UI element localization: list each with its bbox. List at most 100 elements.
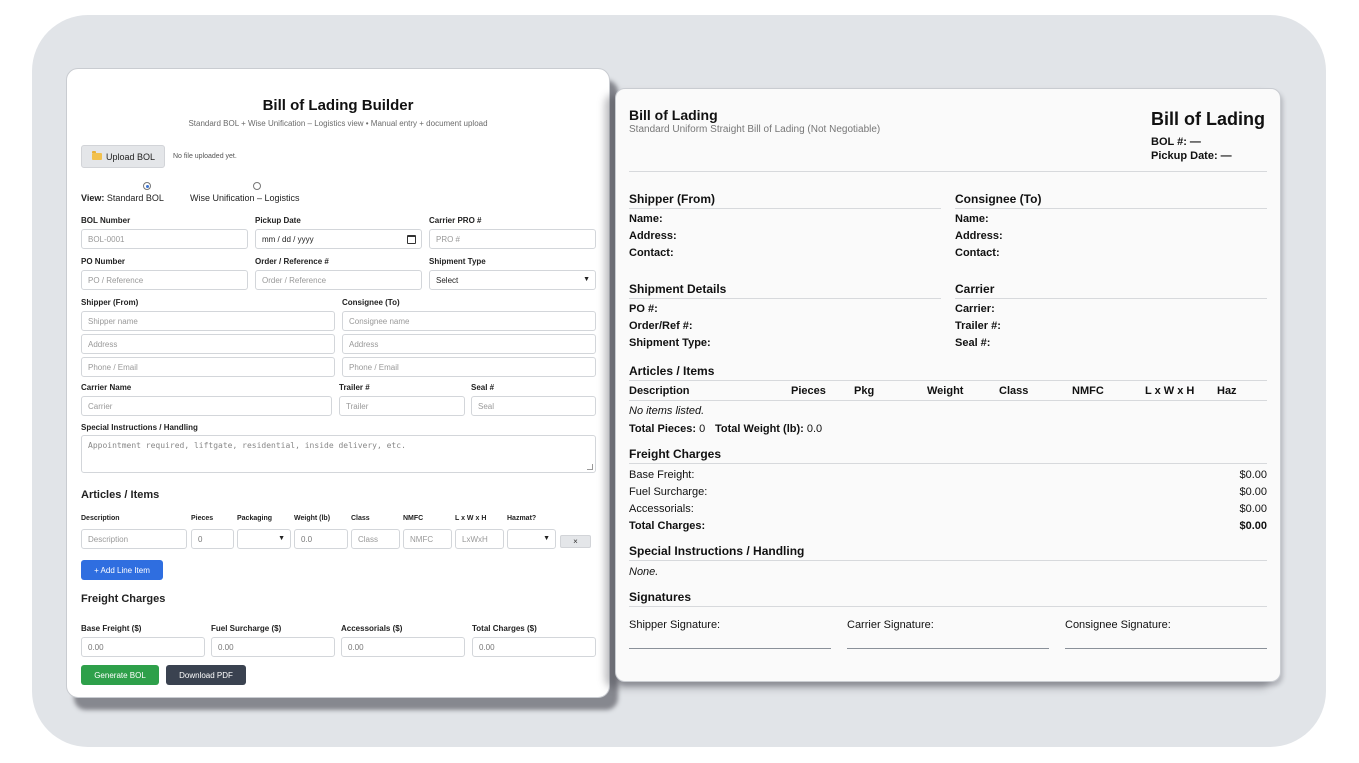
charge-fuel-label: Fuel Surcharge: [629, 486, 708, 498]
shipment-type-label: Shipment Type [429, 257, 486, 266]
carrier-pro-input[interactable]: PRO # [429, 229, 596, 249]
preview-col-dims: L x W x H [1145, 385, 1195, 397]
charge-accessorials-label: Accessorials: [629, 503, 694, 515]
shipper-signature-label: Shipper Signature: [629, 619, 721, 631]
preview-shipper-name: Name: [629, 213, 663, 225]
item-hazmat-select[interactable]: ▼ [507, 529, 556, 549]
total-pieces-value: 0 [699, 423, 706, 435]
item-dims-input[interactable]: LxWxH [455, 529, 504, 549]
bol-number-input[interactable]: BOL-0001 [81, 229, 248, 249]
pickup-date-input[interactable]: mm / dd / yyyy [255, 229, 422, 249]
col-hazmat: Hazmat? [507, 515, 537, 522]
remove-item-button[interactable]: × [560, 535, 591, 548]
charges-divider [629, 463, 1267, 464]
special-instructions-label: Special Instructions / Handling [81, 423, 198, 432]
view-standard-radio[interactable] [143, 182, 151, 190]
item-weight-input[interactable]: 0.0 [294, 529, 348, 549]
item-pieces-input[interactable]: 0 [191, 529, 234, 549]
carrier-pro-label: Carrier PRO # [429, 216, 482, 225]
order-ref-input[interactable]: Order / Reference [255, 270, 422, 290]
shipper-address-input[interactable]: Address [81, 334, 335, 354]
preview-shipper-contact: Contact: [629, 247, 674, 259]
item-class-input[interactable]: Class [351, 529, 400, 549]
col-nmfc: NMFC [403, 515, 424, 522]
special-divider [629, 560, 1267, 561]
preview-signatures-title: Signatures [629, 590, 692, 604]
preview-no-items: No items listed. [629, 405, 705, 417]
preview-shipment-title: Shipment Details [629, 282, 727, 296]
shipment-divider [629, 298, 941, 299]
preview-col-pieces: Pieces [791, 385, 826, 397]
preview-col-description: Description [629, 385, 690, 397]
col-pieces: Pieces [191, 515, 214, 522]
preview-carrier: Carrier: [955, 303, 995, 315]
seal-input[interactable]: Seal [471, 396, 596, 416]
preview-total-weight: Total Weight (lb): 0.0 [715, 423, 822, 435]
consignee-divider [955, 208, 1267, 209]
articles-divider [629, 380, 1267, 381]
consignee-contact-input[interactable]: Phone / Email [342, 357, 596, 377]
preview-col-weight: Weight [927, 385, 964, 397]
generate-bol-button[interactable]: Generate BOL [81, 665, 159, 685]
chevron-down-icon: ▼ [278, 535, 285, 542]
item-packaging-select[interactable]: ▼ [237, 529, 291, 549]
col-packaging: Packaging [237, 515, 273, 522]
preview-consignee-contact: Contact: [955, 247, 1000, 259]
articles-section-title: Articles / Items [81, 489, 160, 501]
consignee-signature-label: Consignee Signature: [1065, 619, 1171, 631]
po-number-input[interactable]: PO / Reference [81, 270, 248, 290]
special-instructions-textarea[interactable]: Appointment required, liftgate, resident… [81, 435, 596, 473]
view-wise-radio[interactable] [253, 182, 261, 190]
preview-col-class: Class [999, 385, 1029, 397]
signatures-divider [629, 606, 1267, 607]
preview-col-haz: Haz [1217, 385, 1237, 397]
calendar-icon[interactable] [407, 235, 416, 244]
view-standard-option: View: Standard BOL [81, 193, 164, 203]
preview-charges-title: Freight Charges [629, 447, 722, 461]
view-standard-label: Standard BOL [106, 193, 164, 203]
shipper-name-input[interactable]: Shipper name [81, 311, 335, 331]
chevron-down-icon: ▼ [543, 535, 550, 542]
preview-special-value: None. [629, 566, 659, 578]
fuel-surcharge-label: Fuel Surcharge ($) [211, 624, 282, 633]
preview-shipper-title: Shipper (From) [629, 192, 715, 206]
consignee-name-input[interactable]: Consignee name [342, 311, 596, 331]
bol-builder-panel: Bill of Lading Builder Standard BOL + Wi… [66, 68, 610, 698]
shipper-label: Shipper (From) [81, 298, 139, 307]
preview-shipment-type: Shipment Type: [629, 337, 711, 349]
preview-col-nmfc: NMFC [1072, 385, 1104, 397]
total-charges-label: Total Charges ($) [472, 624, 537, 633]
consignee-address-input[interactable]: Address [342, 334, 596, 354]
carrier-name-input[interactable]: Carrier [81, 396, 332, 416]
preview-bol-number: BOL #: — [1151, 136, 1201, 148]
po-number-label: PO Number [81, 257, 126, 266]
seal-label: Seal # [471, 383, 495, 392]
consignee-label: Consignee (To) [342, 298, 400, 307]
header-divider [629, 171, 1267, 172]
special-instructions-placeholder: Appointment required, liftgate, resident… [88, 441, 406, 450]
preview-title: Bill of Lading [629, 107, 718, 123]
preview-special-title: Special Instructions / Handling [629, 544, 805, 558]
carrier-signature-line [847, 648, 1049, 649]
accessorials-input[interactable]: 0.00 [341, 637, 465, 657]
total-charges-input[interactable]: 0.00 [472, 637, 596, 657]
resize-handle-icon[interactable] [587, 464, 593, 470]
charge-fuel-value: $0.00 [1239, 486, 1267, 498]
preview-total-pieces: Total Pieces: 0 [629, 423, 705, 435]
item-description-input[interactable]: Description [81, 529, 187, 549]
download-pdf-button[interactable]: Download PDF [166, 665, 246, 685]
shipment-type-select[interactable]: Select ▼ [429, 270, 596, 290]
total-weight-label: Total Weight (lb): [715, 423, 804, 435]
preview-consignee-address: Address: [955, 230, 1003, 242]
upload-status: No file uploaded yet. [173, 153, 237, 160]
base-freight-input[interactable]: 0.00 [81, 637, 205, 657]
fuel-surcharge-input[interactable]: 0.00 [211, 637, 335, 657]
shipper-contact-input[interactable]: Phone / Email [81, 357, 335, 377]
item-nmfc-input[interactable]: NMFC [403, 529, 452, 549]
view-wise-label: Wise Unification – Logistics [190, 193, 300, 203]
trailer-input[interactable]: Trailer [339, 396, 465, 416]
carrier-divider [955, 298, 1267, 299]
upload-bol-button[interactable]: Upload BOL [81, 145, 165, 168]
shipment-type-value: Select [436, 275, 459, 285]
add-line-item-button[interactable]: + Add Line Item [81, 560, 163, 580]
